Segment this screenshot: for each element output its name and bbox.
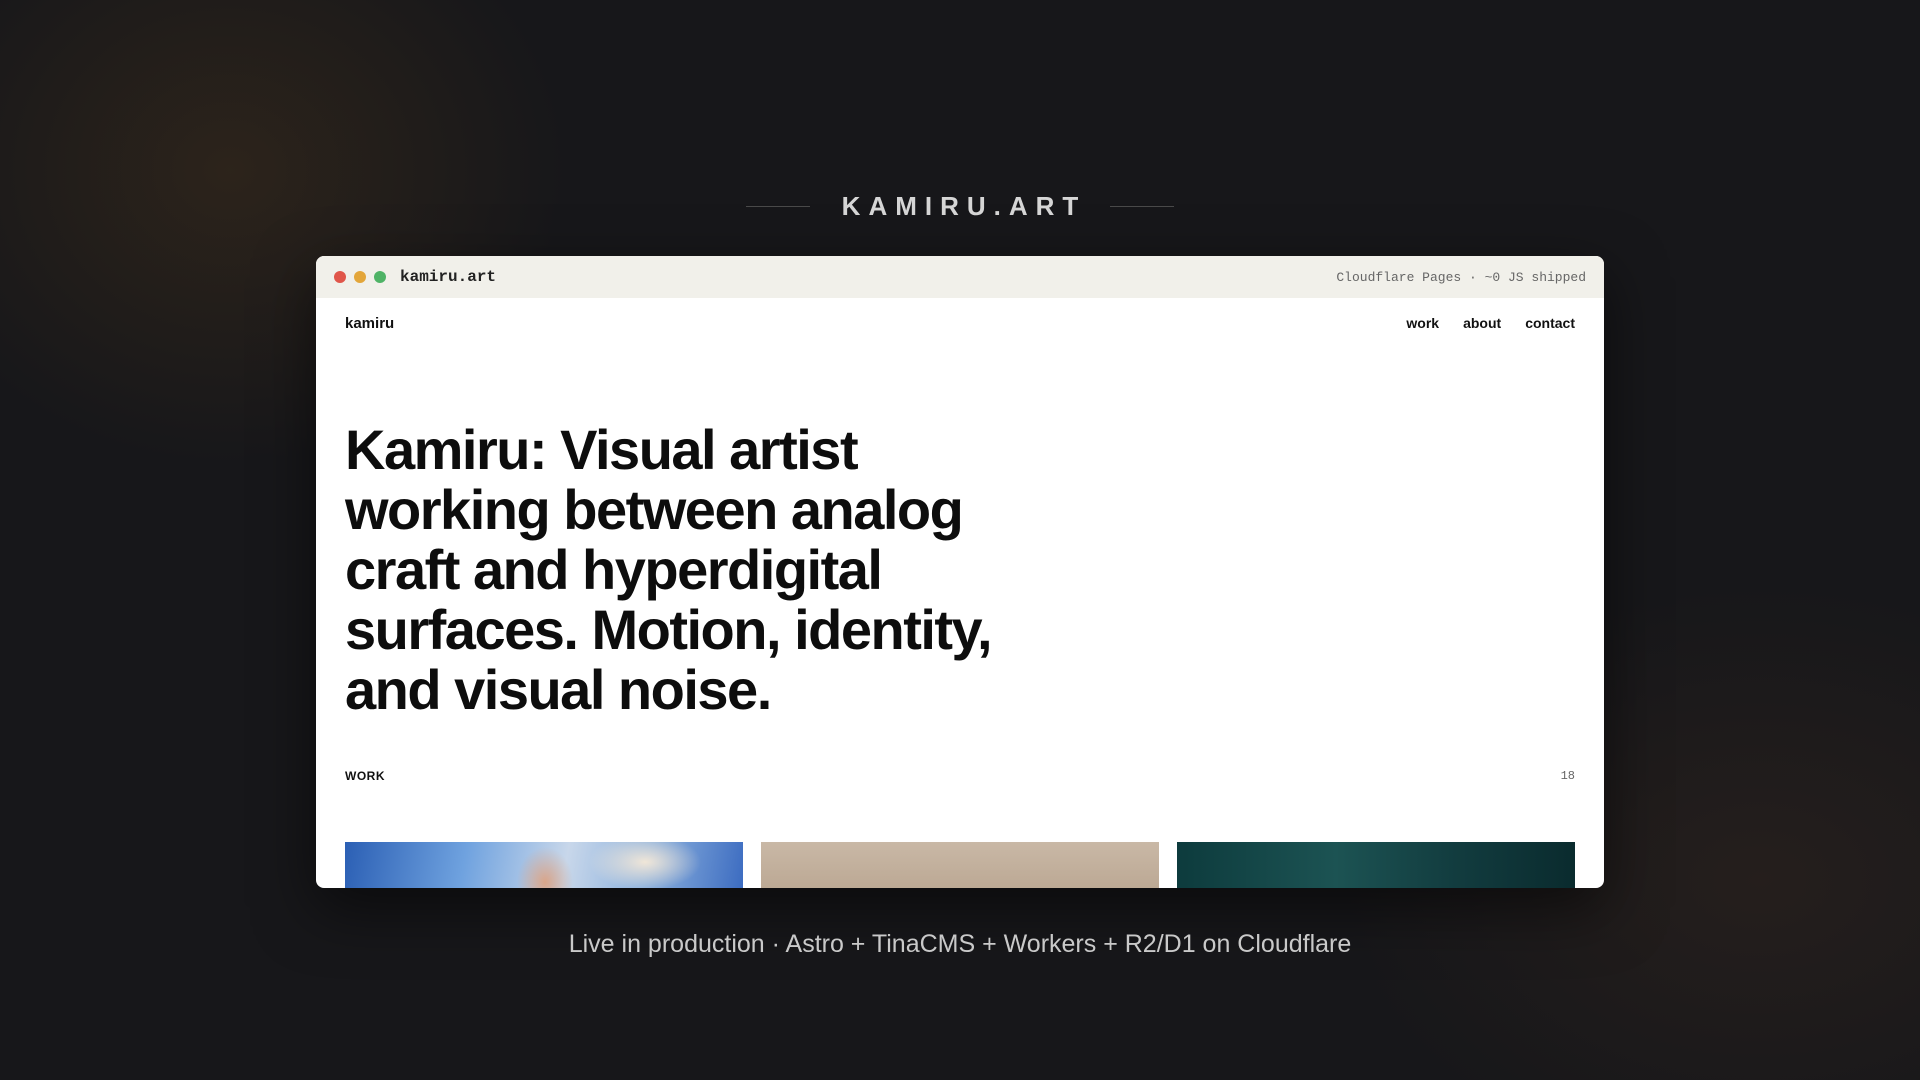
minimize-window-dot-icon[interactable]: [354, 271, 366, 283]
nav-work-link[interactable]: work: [1406, 315, 1439, 331]
maximize-window-dot-icon[interactable]: [374, 271, 386, 283]
site-navbar: kamiru work about contact: [345, 298, 1575, 348]
work-thumbnail[interactable]: [761, 842, 1159, 888]
header-rule-right: [1110, 206, 1175, 207]
nav-contact-link[interactable]: contact: [1525, 315, 1575, 331]
hosting-info: Cloudflare Pages · ~0 JS shipped: [1336, 269, 1586, 285]
work-thumbnail[interactable]: [1177, 842, 1575, 888]
work-thumbnail[interactable]: [345, 842, 743, 888]
work-count: 18: [1560, 769, 1575, 783]
work-grid: [345, 842, 1575, 888]
work-section-header: WORK 18: [345, 769, 1575, 783]
hero-heading: Kamiru: Visual artist working between an…: [345, 418, 993, 721]
showcase-header: KAMIRU.ART: [0, 191, 1920, 222]
nav-links: work about contact: [1406, 315, 1575, 331]
browser-titlebar: kamiru.art Cloudflare Pages · ~0 JS ship…: [316, 256, 1604, 298]
nav-about-link[interactable]: about: [1463, 315, 1501, 331]
site-page: kamiru work about contact Kamiru: Visual…: [316, 298, 1604, 720]
showcase-title: KAMIRU.ART: [841, 191, 1087, 221]
showcase-caption: Live in production · Astro + TinaCMS + W…: [568, 930, 1352, 958]
browser-url[interactable]: kamiru.art: [400, 268, 496, 286]
header-rule-left: [745, 206, 810, 207]
work-section-label: WORK: [345, 769, 385, 783]
close-window-dot-icon[interactable]: [334, 271, 346, 283]
site-brand[interactable]: kamiru: [345, 315, 394, 332]
browser-window: kamiru.art Cloudflare Pages · ~0 JS ship…: [316, 256, 1604, 888]
